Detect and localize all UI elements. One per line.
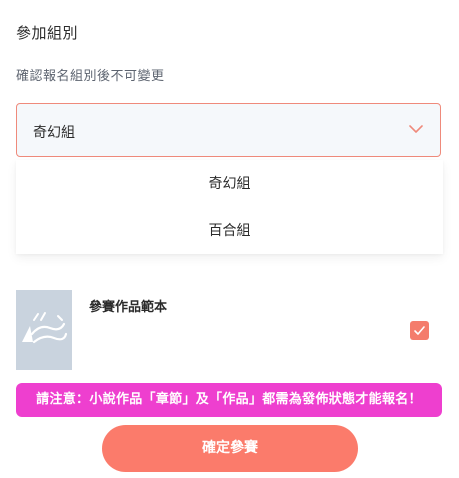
group-option-fantasy[interactable]: 奇幻組 [16,164,443,204]
work-thumbnail [16,290,72,370]
group-dropdown-menu: 奇幻組 百合組 [16,160,443,254]
confirm-entry-button[interactable]: 確定參賽 [102,425,358,472]
work-title: 參賽作品範本 [89,300,168,315]
publish-notice: 請注意：小說作品「章節」及「作品」都需為發佈狀態才能報名！ [16,383,442,417]
group-select-value: 奇幻組 [33,125,75,141]
group-section-note: 確認報名組別後不可變更 [16,69,165,84]
work-checkbox[interactable] [410,321,429,340]
checkmark-icon [414,326,425,335]
chevron-down-icon [409,125,423,133]
group-select[interactable]: 奇幻組 [16,103,441,157]
group-option-yuri[interactable]: 百合組 [16,211,443,251]
kadokado-logo [22,312,68,344]
group-section-title: 參加組別 [16,24,79,42]
